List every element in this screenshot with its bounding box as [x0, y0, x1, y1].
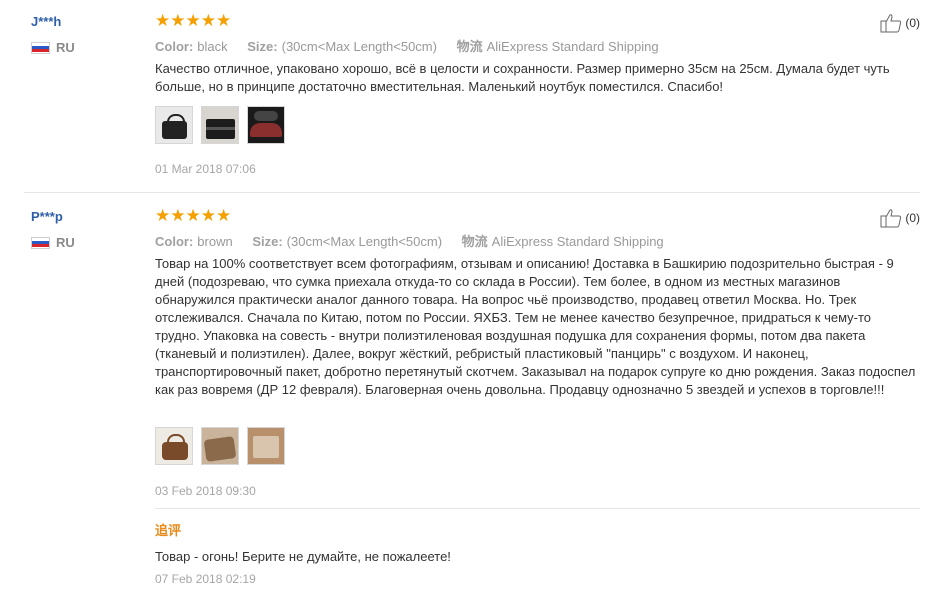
color-value: brown: [197, 234, 233, 249]
review-text: Качество отличное, упаковано хорошо, всё…: [155, 61, 890, 94]
reviewer-name[interactable]: P***p: [31, 209, 63, 224]
order-info: Color: brown Size: (30cm<Max Length<50cm) …: [155, 231, 680, 250]
country-code: RU: [56, 40, 75, 55]
followup-divider: [155, 508, 920, 509]
size-value: (30cm<Max Length<50cm): [281, 39, 437, 54]
shipping-value: AliExpress Standard Shipping: [491, 234, 664, 249]
followup-date: 07 Feb 2018 02:19: [155, 572, 256, 586]
color-label: Color:: [155, 39, 194, 54]
helpful-count: (0): [905, 16, 920, 30]
followup-label: 追评: [155, 523, 182, 538]
thumbs-up-icon: [880, 14, 902, 33]
reviewer-country: RU: [31, 235, 75, 250]
star-icon: ★: [155, 206, 171, 225]
review-photos: [155, 427, 285, 465]
star-rating: ★ ★ ★ ★ ★: [155, 12, 231, 29]
size-label: Size:: [252, 234, 283, 249]
review-photos: [155, 106, 285, 144]
ru-flag-icon: [31, 236, 50, 249]
review-photo[interactable]: [155, 106, 193, 144]
review-divider: [24, 192, 920, 193]
ru-flag-icon: [31, 41, 50, 54]
order-info: Color: black Size: (30cm<Max Length<50cm) …: [155, 36, 675, 55]
color-value: black: [197, 39, 228, 54]
review-photo[interactable]: [247, 427, 285, 465]
helpful-button[interactable]: (0): [880, 208, 920, 228]
star-icon: ★: [170, 11, 186, 30]
star-icon: ★: [185, 11, 201, 30]
star-icon: ★: [216, 206, 232, 225]
size-value: (30cm<Max Length<50cm): [286, 234, 443, 249]
star-icon: ★: [170, 206, 186, 225]
review-date: 01 Mar 2018 07:06: [155, 162, 256, 176]
star-icon: ★: [200, 206, 216, 225]
review-photo[interactable]: [155, 427, 193, 465]
followup-text: Товар - огонь! Берите не думайте, не пож…: [155, 549, 451, 564]
star-icon: ★: [185, 206, 201, 225]
review-text: Товар на 100% соответствует всем фотогра…: [155, 256, 916, 397]
shipping-value: AliExpress Standard Shipping: [486, 39, 659, 54]
review-photo[interactable]: [247, 106, 285, 144]
helpful-count: (0): [905, 211, 920, 225]
helpful-button[interactable]: (0): [880, 13, 920, 33]
reviewer-country: RU: [31, 40, 75, 55]
review-date: 03 Feb 2018 09:30: [155, 484, 256, 498]
shipping-label: 物流: [456, 39, 483, 54]
size-label: Size:: [247, 39, 278, 54]
star-icon: ★: [200, 11, 216, 30]
reviewer-name[interactable]: J***h: [31, 14, 61, 29]
review-photo[interactable]: [201, 106, 239, 144]
review-photo[interactable]: [201, 427, 239, 465]
star-icon: ★: [155, 11, 171, 30]
thumbs-up-icon: [880, 209, 902, 228]
shipping-label: 物流: [461, 234, 488, 249]
star-icon: ★: [216, 11, 232, 30]
country-code: RU: [56, 235, 75, 250]
color-label: Color:: [155, 234, 194, 249]
star-rating: ★ ★ ★ ★ ★: [155, 207, 231, 224]
